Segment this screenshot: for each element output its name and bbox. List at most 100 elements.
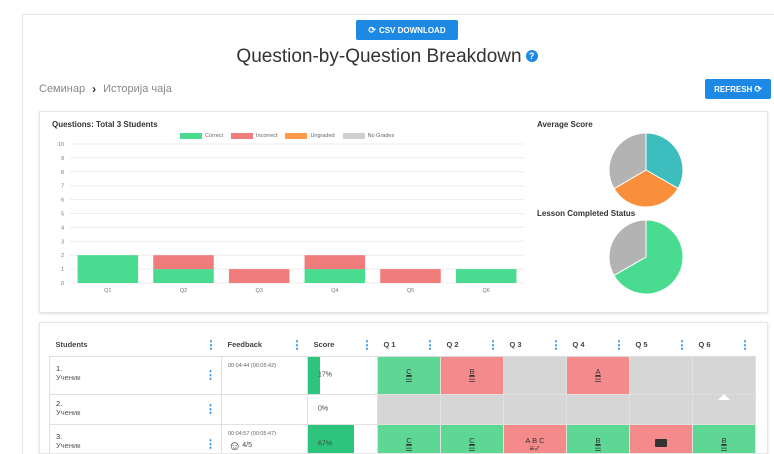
rating-value: 4/5 bbox=[242, 441, 253, 449]
column-menu-icon[interactable]: ⋮ bbox=[488, 338, 499, 351]
answer-cell-q3[interactable] bbox=[503, 355, 567, 395]
header-label: Q 5 bbox=[635, 340, 648, 350]
x-tick-label: Q4 bbox=[331, 288, 338, 294]
student-role: Ученик bbox=[56, 372, 81, 382]
score-text: 67% bbox=[318, 440, 333, 448]
answer-cell-q5[interactable] bbox=[629, 423, 693, 453]
y-tick-label: 9 bbox=[61, 156, 64, 162]
answer-cell-q4[interactable]: A ☰ bbox=[566, 355, 630, 395]
y-tick-label: 3 bbox=[61, 239, 64, 245]
header-students[interactable]: Students ⋮ bbox=[49, 334, 222, 357]
column-menu-icon[interactable]: ⋮ bbox=[614, 338, 625, 351]
student-cell[interactable]: 3. Ученик ⋮ bbox=[49, 423, 222, 453]
student-number: 1. bbox=[56, 363, 63, 373]
row-menu-icon[interactable]: ⋮ bbox=[205, 438, 216, 451]
score-cell: 0% bbox=[307, 393, 378, 425]
header-q6[interactable]: Q 6 ⋮ bbox=[692, 334, 756, 357]
answer-cell-q3[interactable]: A B C ≡✓ bbox=[503, 423, 567, 453]
x-tick-label: Q6 bbox=[482, 288, 489, 294]
column-menu-icon[interactable]: ⋮ bbox=[362, 338, 373, 351]
keyboard-icon bbox=[655, 439, 667, 447]
bar-segment-incorrect bbox=[228, 269, 290, 283]
questions-bar-chart: 0 1 2 3 4 5 6 7 8 9 10 Q1 Q2 Q3 Q4 Q5 Q6 bbox=[58, 142, 524, 294]
refresh-icon: ⟳ bbox=[754, 83, 762, 94]
bar-segment-incorrect bbox=[304, 255, 366, 270]
feedback-cell: 00:04:44 (00:05:42) bbox=[221, 355, 308, 395]
list-icon: ☰ bbox=[405, 374, 413, 384]
header-label: Students bbox=[55, 340, 88, 350]
y-tick-label: 7 bbox=[61, 184, 64, 190]
csv-download-button[interactable]: ⟳ CSV DOWNLOAD bbox=[356, 20, 458, 40]
answer-cell-q2[interactable]: C ☰ bbox=[440, 423, 504, 453]
answer-cell-q1[interactable]: C ☰ bbox=[377, 423, 441, 453]
breadcrumb: Семинар › Историја чаја bbox=[39, 82, 172, 96]
row-menu-icon[interactable]: ⋮ bbox=[205, 403, 216, 416]
answer-cell-q6[interactable] bbox=[692, 355, 756, 395]
help-icon[interactable]: ? bbox=[525, 50, 538, 62]
tooltip-caret bbox=[718, 393, 730, 400]
y-tick-label: 2 bbox=[61, 253, 64, 259]
students-table: Students ⋮ Feedback ⋮ Score ⋮ Q 1 ⋮ Q 2 ⋮ Q 3… bbox=[49, 334, 756, 453]
column-menu-icon[interactable]: ⋮ bbox=[292, 338, 303, 351]
student-number: 3. bbox=[56, 431, 63, 441]
student-cell[interactable]: 1. Ученик ⋮ bbox=[49, 355, 222, 395]
bar-segment-correct bbox=[77, 255, 139, 283]
student-role: Ученик bbox=[56, 407, 81, 417]
refresh-icon: ⟳ bbox=[368, 24, 376, 35]
table-row: 1. Ученик ⋮ 00:04:44 (00:05:42) 17% C ☰ B… bbox=[49, 355, 756, 395]
answer-cell-q1[interactable] bbox=[377, 393, 441, 425]
answer-cell-q4[interactable]: B ☰ bbox=[566, 423, 630, 453]
answer-cell-q5[interactable] bbox=[629, 393, 693, 425]
page-title: Question-by-Question Breakdown bbox=[236, 46, 522, 67]
answer-cell-q2[interactable] bbox=[440, 393, 504, 425]
header-label: Q 2 bbox=[446, 340, 459, 350]
answer-cell-q5[interactable] bbox=[629, 355, 693, 395]
chevron-right-icon: › bbox=[92, 82, 97, 96]
score-text: 0% bbox=[318, 405, 329, 413]
header-score[interactable]: Score ⋮ bbox=[307, 334, 378, 357]
charts-panel: Questions: Total 3 Students Correct Inco… bbox=[39, 111, 768, 313]
refresh-button[interactable]: REFRESH ⟳ bbox=[705, 79, 771, 99]
breadcrumb-item-course[interactable]: Семинар bbox=[39, 83, 85, 95]
header-feedback[interactable]: Feedback ⋮ bbox=[221, 334, 308, 357]
header-q1[interactable]: Q 1 ⋮ bbox=[377, 334, 441, 357]
header-q5[interactable]: Q 5 ⋮ bbox=[629, 334, 693, 357]
column-menu-icon[interactable]: ⋮ bbox=[551, 338, 562, 351]
students-table-panel: Students ⋮ Feedback ⋮ Score ⋮ Q 1 ⋮ Q 2 ⋮ Q 3… bbox=[39, 322, 768, 454]
header-label: Q 4 bbox=[572, 340, 585, 350]
student-role: Ученик bbox=[56, 440, 81, 450]
header-label: Q 1 bbox=[383, 340, 396, 350]
answer-cell-q3[interactable] bbox=[503, 393, 567, 425]
bar-segment-correct bbox=[153, 269, 214, 283]
header-label: Q 6 bbox=[698, 340, 711, 350]
header-label: Score bbox=[313, 340, 335, 350]
score-cell: 67% bbox=[307, 423, 378, 453]
y-tick-label: 10 bbox=[58, 142, 64, 148]
score-cell: 17% bbox=[307, 355, 378, 395]
refresh-label: REFRESH bbox=[714, 84, 753, 94]
answer-cell-q2[interactable]: B ☰ bbox=[440, 355, 504, 395]
column-menu-icon[interactable]: ⋮ bbox=[740, 338, 751, 351]
csv-download-label: CSV DOWNLOAD bbox=[378, 25, 446, 35]
feedback-cell: 00:04:57 (00:05:47) ☺ 4/5 bbox=[221, 423, 308, 453]
column-menu-icon[interactable]: ⋮ bbox=[677, 338, 688, 351]
row-menu-icon[interactable]: ⋮ bbox=[205, 369, 216, 382]
student-cell[interactable]: 2. Ученик ⋮ bbox=[49, 393, 222, 425]
answer-cell-q6[interactable]: B ☰ bbox=[692, 423, 756, 453]
average-score-title: Average Score bbox=[537, 120, 593, 129]
header-q4[interactable]: Q 4 ⋮ bbox=[566, 334, 630, 357]
bar-segment-incorrect bbox=[380, 269, 441, 283]
header-q2[interactable]: Q 2 ⋮ bbox=[440, 334, 504, 357]
table-header-row: Students ⋮ Feedback ⋮ Score ⋮ Q 1 ⋮ Q 2 ⋮ Q 3… bbox=[49, 334, 756, 357]
answer-cell-q4[interactable] bbox=[566, 393, 630, 425]
list-icon: ☰ bbox=[594, 443, 602, 453]
header-label: Q 3 bbox=[509, 340, 522, 350]
column-menu-icon[interactable]: ⋮ bbox=[425, 338, 436, 351]
page-title-row: Question-by-Question Breakdown? bbox=[0, 46, 774, 68]
y-tick-label: 5 bbox=[61, 212, 64, 218]
y-tick-label: 1 bbox=[61, 267, 64, 273]
answer-cell-q1[interactable]: C ☰ bbox=[377, 355, 441, 395]
answer-cell-q6[interactable] bbox=[692, 393, 756, 425]
column-menu-icon[interactable]: ⋮ bbox=[206, 338, 217, 351]
header-q3[interactable]: Q 3 ⋮ bbox=[503, 334, 567, 357]
